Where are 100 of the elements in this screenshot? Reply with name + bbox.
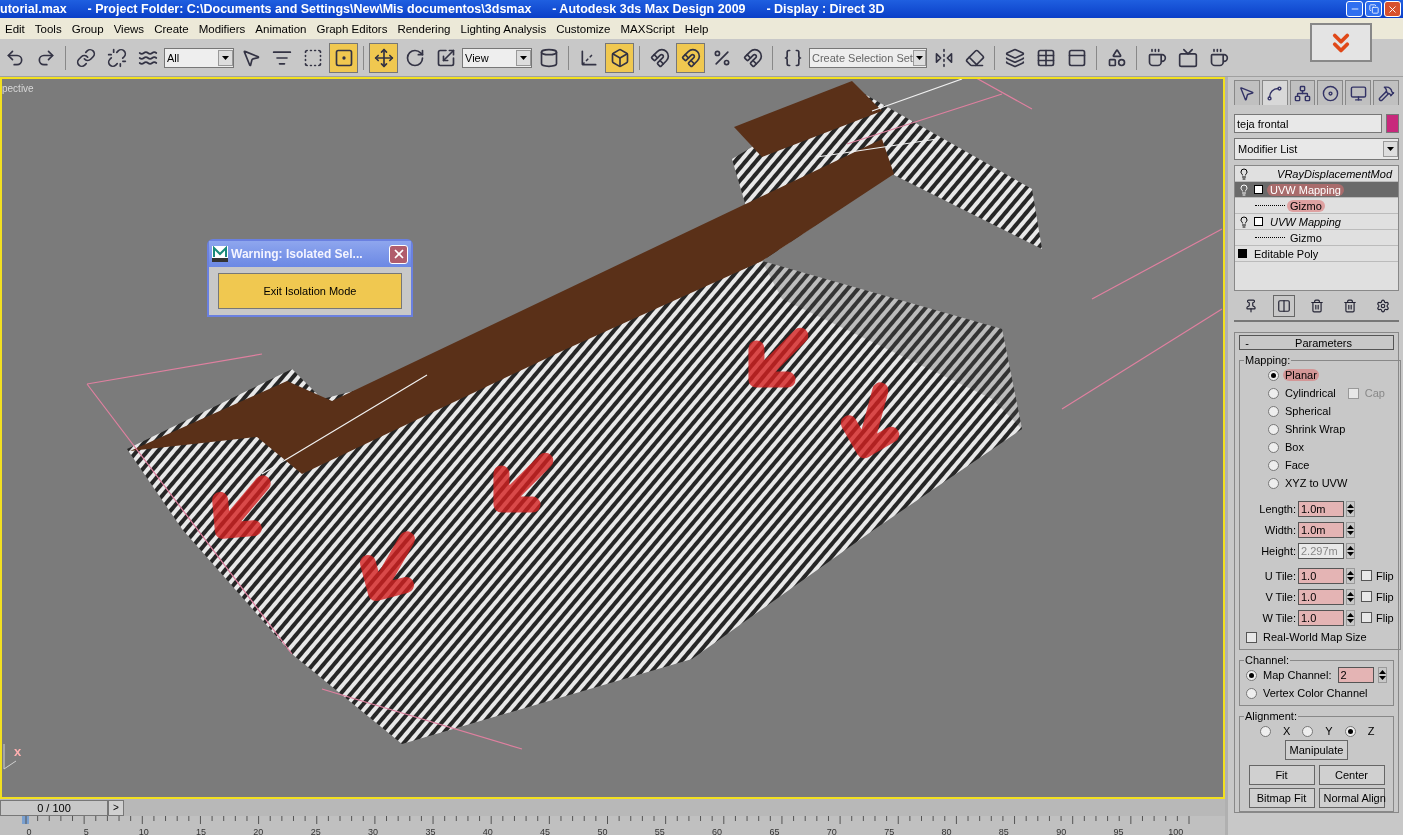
menu-item[interactable]: Help — [679, 22, 714, 35]
stack-subitem[interactable]: Gizmo — [1235, 198, 1398, 214]
checkbox[interactable] — [1361, 570, 1372, 581]
curve-icon — [1266, 84, 1284, 102]
tick-label: 65 — [768, 827, 781, 835]
toolbar-button[interactable] — [676, 42, 705, 73]
radio-button[interactable] — [1268, 459, 1279, 471]
menu-item[interactable]: Views — [108, 22, 150, 35]
dropdown[interactable]: View — [462, 47, 532, 68]
menu-item[interactable]: Modifiers — [193, 22, 251, 35]
panel-tab[interactable] — [1289, 80, 1316, 105]
menu-item[interactable]: Animation — [250, 22, 312, 35]
radio-button[interactable] — [1246, 669, 1257, 681]
toolbar-button[interactable] — [329, 42, 358, 73]
tick-label: 90 — [1055, 827, 1068, 835]
restore-button[interactable] — [1365, 1, 1382, 17]
box-icon — [609, 47, 630, 68]
radio-button[interactable] — [1302, 725, 1314, 737]
bitmap-fit-button[interactable]: Bitmap Fit — [1248, 788, 1315, 808]
panel-tab[interactable] — [1234, 80, 1260, 105]
menu-item[interactable]: Tools — [29, 22, 67, 35]
option-label: Spherical — [1284, 405, 1332, 417]
layers-icon — [1004, 47, 1025, 68]
columns-icon — [1276, 299, 1291, 313]
stack-item[interactable]: UVW Mapping — [1235, 214, 1398, 230]
modifier-list-dropdown[interactable]: Modifier List — [1234, 138, 1399, 160]
magnet-icon — [680, 47, 701, 68]
close-icon — [1387, 3, 1398, 15]
time-slider-thumb[interactable]: 0 / 100 — [0, 799, 108, 816]
option-label: Box — [1284, 441, 1305, 453]
hammer-icon — [1377, 84, 1395, 102]
menu-item[interactable]: Rendering — [392, 22, 456, 35]
panel-tab[interactable] — [1261, 80, 1288, 105]
spinner-arrows-icon — [1347, 569, 1354, 582]
number-field[interactable]: 1.0 — [1298, 588, 1344, 605]
dropdown[interactable]: Create Selection Set — [809, 47, 927, 68]
panel-tab[interactable] — [1373, 80, 1399, 105]
checkbox[interactable] — [1246, 631, 1257, 643]
minimize-button[interactable] — [1346, 1, 1363, 17]
tick-label: 80 — [940, 827, 953, 835]
spinner-arrows-icon — [1378, 669, 1386, 681]
field-label: Height: — [1260, 544, 1296, 557]
tick-label: 5 — [82, 827, 90, 835]
spinner-arrows-icon — [1347, 611, 1354, 624]
menu-item[interactable]: Lighting Analysis — [455, 22, 552, 35]
fit-button[interactable]: Fit — [1248, 765, 1315, 785]
checkbox[interactable] — [1361, 591, 1372, 602]
group-label: Channel: — [1244, 654, 1291, 666]
menu-item[interactable]: Edit — [0, 22, 30, 35]
radio-button[interactable] — [1268, 369, 1279, 381]
number-field[interactable]: 1.0m — [1298, 500, 1344, 517]
menu-item[interactable]: Create — [149, 22, 194, 35]
radio-button[interactable] — [1268, 423, 1279, 435]
number-field[interactable]: 1.0 — [1298, 567, 1344, 584]
menu-item[interactable]: Graph Editors — [311, 22, 393, 35]
radio-button[interactable] — [1268, 441, 1279, 453]
collapse-button[interactable] — [1310, 23, 1372, 62]
dialog-title: Warning: Isolated Sel... — [231, 247, 364, 261]
field-label: U Tile: — [1263, 569, 1296, 582]
checkbox[interactable] — [1361, 612, 1372, 623]
move-icon — [373, 47, 394, 68]
panel-tab[interactable] — [1317, 80, 1344, 105]
rollout-header[interactable]: - Parameters — [1239, 335, 1394, 350]
normal-align-button[interactable]: Normal Align — [1318, 788, 1385, 808]
object-name-field[interactable]: teja frontal — [1234, 114, 1382, 133]
close-button[interactable] — [389, 244, 408, 264]
next-frame-button[interactable]: > — [108, 799, 124, 816]
radio-button[interactable] — [1268, 477, 1279, 489]
tick-label: 95 — [1112, 827, 1125, 835]
panel-tab[interactable] — [1345, 80, 1372, 105]
manipulate-button[interactable]: Manipulate — [1284, 740, 1349, 760]
menu-item[interactable]: Customize — [551, 22, 616, 35]
field-label: W Tile: — [1261, 611, 1296, 624]
option-label: XYZ to UVW — [1284, 477, 1349, 489]
number-field[interactable]: 1.0m — [1298, 521, 1344, 538]
menu-item[interactable]: Group — [66, 22, 109, 35]
checkbox-label: Flip — [1375, 569, 1395, 582]
radio-button[interactable] — [1268, 405, 1279, 417]
close-button[interactable] — [1384, 1, 1401, 17]
number-field[interactable]: 2 — [1337, 667, 1374, 683]
menu-item[interactable]: MAXScript — [615, 22, 680, 35]
radio-button[interactable] — [1246, 687, 1257, 699]
scale-icon — [435, 47, 456, 68]
radio-button[interactable] — [1268, 387, 1279, 399]
tick-label: 100 — [1167, 827, 1184, 835]
object-color-swatch[interactable] — [1386, 114, 1399, 133]
stack-item[interactable]: Editable Poly — [1235, 246, 1398, 262]
radio-button[interactable] — [1344, 725, 1356, 737]
number-field[interactable]: 1.0 — [1298, 609, 1344, 626]
stack-subitem[interactable]: Gizmo — [1235, 230, 1398, 246]
dropdown[interactable]: All — [164, 47, 234, 68]
option-label: Map Channel: — [1262, 669, 1333, 681]
stack-item[interactable]: UVW Mapping — [1235, 182, 1398, 198]
toolbar-button[interactable] — [369, 42, 398, 73]
center-button[interactable]: Center — [1318, 765, 1385, 785]
radio-button[interactable] — [1260, 725, 1271, 737]
toolbar-button[interactable] — [605, 42, 634, 73]
stack-tool-button[interactable] — [1272, 295, 1295, 317]
collapse-sign: - — [1244, 336, 1250, 349]
exit-isolation-button[interactable]: Exit Isolation Mode — [218, 273, 402, 309]
